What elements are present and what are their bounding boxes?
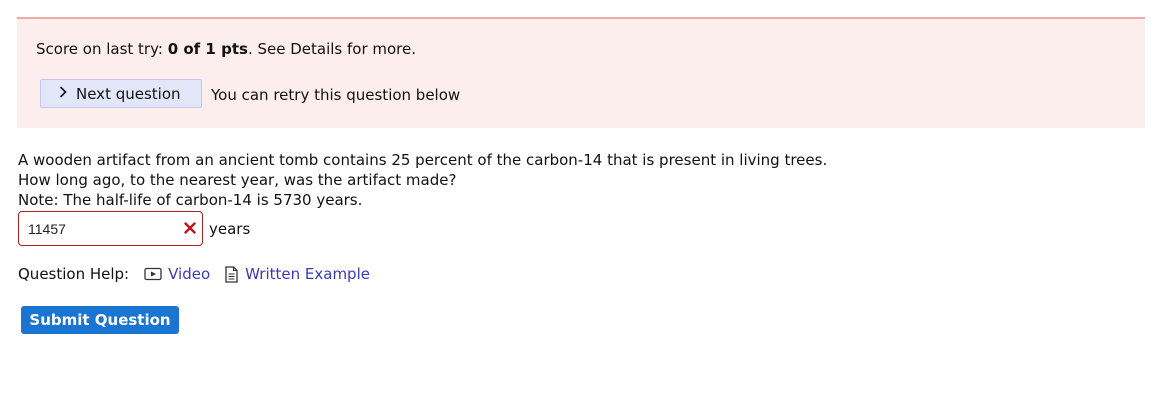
- score-suffix: . See Details for more.: [247, 40, 417, 58]
- incorrect-x-icon: [182, 220, 198, 236]
- submit-question-button[interactable]: Submit Question: [21, 306, 179, 334]
- question-page: Score on last try: 0 of 1 pts. See Detai…: [0, 0, 1159, 418]
- written-example-label: Written Example: [245, 265, 370, 283]
- answer-row: years: [18, 211, 250, 246]
- question-line: Note: The half-life of carbon-14 is 5730…: [18, 191, 363, 209]
- video-icon: [144, 267, 162, 281]
- question-text: A wooden artifact from an ancient tomb c…: [18, 150, 827, 210]
- answer-unit: years: [209, 219, 251, 238]
- written-example-link[interactable]: Written Example: [224, 265, 370, 283]
- answer-field-wrapper: [18, 211, 203, 246]
- video-help-label: Video: [168, 265, 211, 283]
- question-help: Question Help: Video Written Example: [18, 263, 370, 285]
- score-panel: Score on last try: 0 of 1 pts. See Detai…: [17, 17, 1145, 128]
- next-question-label: Next question: [76, 84, 181, 103]
- next-question-button[interactable]: Next question: [40, 79, 202, 108]
- score-prefix: Score on last try:: [36, 40, 168, 58]
- answer-input[interactable]: [19, 212, 179, 245]
- question-line: A wooden artifact from an ancient tomb c…: [18, 151, 828, 169]
- video-help-link[interactable]: Video: [144, 265, 210, 283]
- score-text: Score on last try: 0 of 1 pts. See Detai…: [36, 40, 416, 58]
- question-help-label: Question Help:: [18, 265, 130, 283]
- score-value: 0 of 1 pts: [167, 40, 248, 58]
- retry-note: You can retry this question below: [211, 86, 461, 104]
- document-icon: [225, 265, 238, 283]
- question-line: How long ago, to the nearest year, was t…: [18, 171, 457, 189]
- chevron-right-icon: [59, 86, 67, 101]
